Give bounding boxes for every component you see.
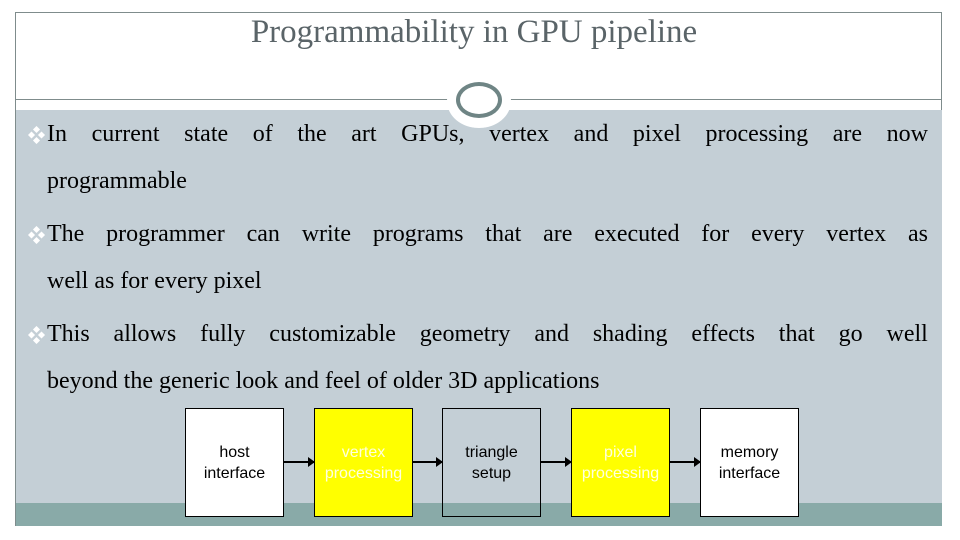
- bullet-word: for: [701, 221, 730, 247]
- arrow-right-icon: [670, 457, 701, 467]
- bullet-word: are: [832, 121, 863, 147]
- stage-label-line1: pixel: [604, 443, 637, 461]
- bullet-continuation: well as for every pixel: [47, 268, 262, 294]
- bullet-word: and: [534, 321, 569, 347]
- bullet-word: geometry: [419, 321, 511, 347]
- stage-label-line2: interface: [203, 464, 266, 482]
- bullet-word: go: [838, 321, 863, 347]
- bullet-word: every: [751, 221, 805, 247]
- stage-label-line2: processing: [581, 464, 660, 482]
- stage-label-line1: triangle: [465, 443, 518, 461]
- stage-label-line1: vertex: [341, 443, 386, 461]
- bullet-first-line: In current state of the art GPUs, vertex and pixe…: [47, 119, 928, 149]
- pipeline-stage-host: host interface: [185, 408, 284, 517]
- arrow-right-icon: [284, 457, 315, 467]
- bullet-word: write: [301, 221, 351, 247]
- stage-label-line1: memory: [720, 443, 779, 461]
- diamond-bullet-icon: [27, 125, 46, 145]
- bullet-first-line: The programmer can write programs that are exec…: [47, 219, 928, 249]
- bullet-word: GPUs,: [401, 121, 465, 147]
- stage-label-line2: interface: [718, 464, 781, 482]
- diamond-bullet-icon: [27, 325, 46, 345]
- stage-label-line2: setup: [471, 464, 512, 482]
- bullet-word: that: [778, 321, 815, 347]
- bullet-word: customizable: [269, 321, 396, 347]
- stage-label-line2: processing: [324, 464, 403, 482]
- bullet-word: current: [91, 121, 160, 147]
- bullet-word: programs: [372, 221, 464, 247]
- bullet-word: allows: [113, 321, 177, 347]
- bullet-word: vertex: [489, 121, 550, 147]
- bullet-word: In: [47, 121, 67, 147]
- diamond-bullet-icon: [27, 225, 46, 245]
- bullet-word: art: [351, 121, 377, 147]
- pipeline-stage-triangle: triangle setup: [442, 408, 541, 517]
- bullet-word: effects: [691, 321, 755, 347]
- bullet-continuation: beyond the generic look and feel of olde…: [47, 368, 600, 394]
- bullet-word: state: [184, 121, 229, 147]
- pipeline-stage-pixel: pixel processing: [571, 408, 670, 517]
- bullet-word: programmer: [106, 221, 225, 247]
- bullet-word: This: [47, 321, 90, 347]
- bullet-continuation: programmable: [47, 168, 187, 194]
- bullet-word: executed: [594, 221, 680, 247]
- bullet-word: can: [246, 221, 280, 247]
- pipeline-stage-memory: memory interface: [700, 408, 799, 517]
- arrow-right-icon: [541, 457, 572, 467]
- pipeline-stage-vertex: vertex processing: [314, 408, 413, 517]
- bullet-word: that: [485, 221, 522, 247]
- bullet-word: now: [886, 121, 928, 147]
- slide-title: Programmability in GPU pipeline: [250, 14, 698, 50]
- bullet-word: and: [573, 121, 609, 147]
- bullet-word: are: [543, 221, 573, 247]
- bullet-word: vertex: [826, 221, 887, 247]
- bullet-word: fully: [200, 321, 246, 347]
- bullet-word: processing: [705, 121, 809, 147]
- bullet-word: of: [252, 121, 273, 147]
- ring-ornament-icon: [456, 82, 502, 118]
- stage-label-line1: host: [219, 443, 250, 461]
- bullet-word: as: [907, 221, 928, 247]
- bullet-word: well: [886, 321, 928, 347]
- bullet-word: The: [47, 221, 85, 247]
- bullet-first-line: This allows fully customizable geometry and sh…: [47, 319, 928, 349]
- bullet-word: the: [297, 121, 327, 147]
- arrow-right-icon: [413, 457, 443, 467]
- bullet-word: pixel: [632, 121, 681, 147]
- bullet-word: shading: [592, 321, 668, 347]
